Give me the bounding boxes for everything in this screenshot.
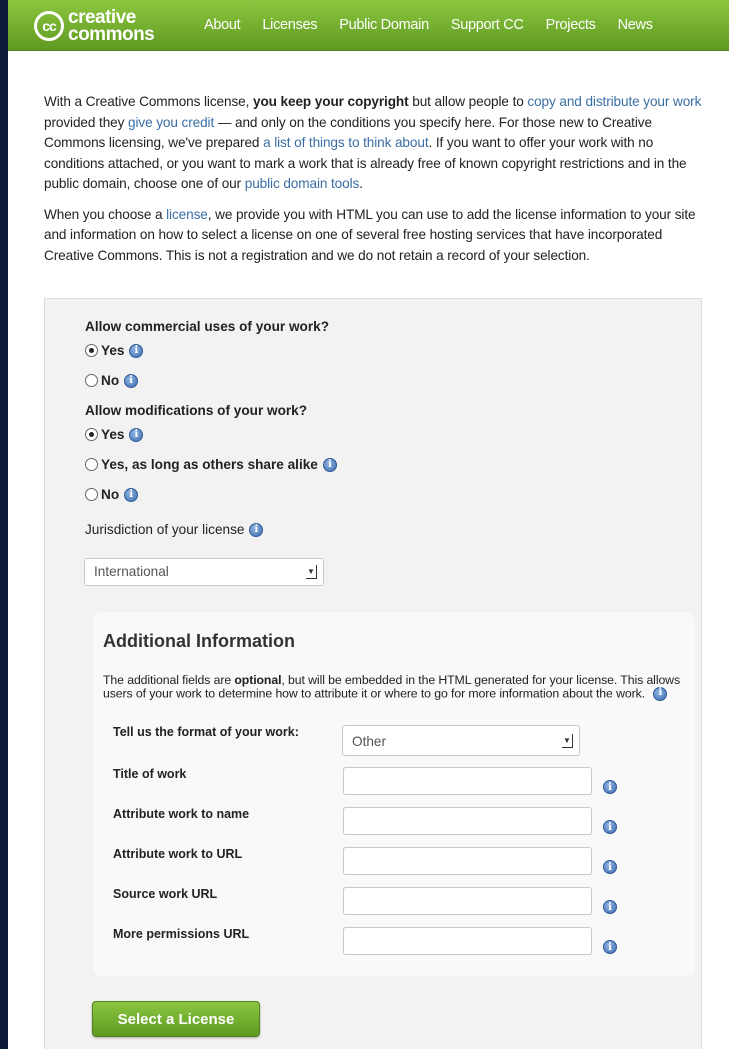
additional-information-description: The additional fields are optional, but …	[103, 673, 681, 701]
nav-support-cc[interactable]: Support CC	[451, 17, 524, 33]
format-select[interactable]: Other ▼	[342, 725, 580, 756]
commercial-yes-option[interactable]: Yes i	[85, 343, 144, 358]
modifications-no-radio[interactable]	[85, 488, 98, 501]
nav-news[interactable]: News	[618, 17, 653, 33]
jurisdiction-select[interactable]: International ▼	[84, 558, 324, 586]
copy-distribute-link[interactable]: copy and distribute your work	[527, 94, 701, 109]
modifications-no-option[interactable]: No i	[85, 487, 139, 502]
things-to-think-about-link[interactable]: a list of things to think about	[263, 135, 429, 150]
license-link[interactable]: license	[166, 207, 208, 222]
intro-paragraph-1: With a Creative Commons license, you kee…	[44, 94, 702, 191]
cc-logo[interactable]: cc creative commons	[34, 6, 155, 46]
site-header: cc creative commons About Licenses Publi…	[8, 0, 729, 51]
modifications-question: Allow modifications of your work?	[85, 403, 308, 418]
commercial-no-radio[interactable]	[85, 374, 98, 387]
attribute-name-label: Attribute work to name	[113, 807, 250, 821]
info-icon[interactable]: i	[124, 487, 139, 502]
commercial-no-option[interactable]: No i	[85, 373, 139, 388]
chevron-down-icon: ▼	[562, 734, 573, 748]
title-of-work-input[interactable]	[343, 767, 592, 795]
info-icon[interactable]: i	[603, 900, 617, 914]
nav-licenses[interactable]: Licenses	[262, 17, 317, 33]
more-permissions-url-label: More permissions URL	[113, 927, 250, 941]
info-icon[interactable]: i	[124, 373, 139, 388]
additional-information-title: Additional Information	[103, 631, 295, 651]
attribute-url-input[interactable]	[343, 847, 592, 875]
intro-paragraph-2: When you choose a license, we provide yo…	[44, 206, 696, 263]
info-icon[interactable]: i	[603, 780, 617, 794]
info-icon[interactable]: i	[603, 820, 617, 834]
nav-about[interactable]: About	[204, 17, 241, 33]
logo-text-bottom: commons	[68, 24, 155, 45]
info-icon[interactable]: i	[653, 686, 668, 701]
license-chooser-panel: Allow commercial uses of your work? Yes …	[44, 298, 702, 1049]
title-of-work-label: Title of work	[113, 767, 187, 781]
browser-page: cc creative commons About Licenses Publi…	[8, 0, 729, 1049]
info-icon[interactable]: i	[603, 860, 617, 874]
info-icon[interactable]: i	[603, 940, 617, 954]
info-icon[interactable]: i	[129, 427, 144, 442]
intro-text: With a Creative Commons license, you kee…	[44, 92, 712, 276]
select-license-button[interactable]: Select a License	[92, 1001, 260, 1037]
source-work-url-label: Source work URL	[113, 887, 218, 901]
modifications-share-alike-option[interactable]: Yes, as long as others share alike i	[85, 457, 337, 472]
cc-badge-icon: cc	[34, 11, 64, 41]
info-icon[interactable]: i	[129, 343, 144, 358]
source-work-url-input[interactable]	[343, 887, 592, 915]
modifications-yes-option[interactable]: Yes i	[85, 427, 144, 442]
give-credit-link[interactable]: give you credit	[128, 115, 214, 130]
modifications-share-alike-radio[interactable]	[85, 458, 98, 471]
attribute-url-label: Attribute work to URL	[113, 847, 243, 861]
attribute-name-input[interactable]	[343, 807, 592, 835]
nav-public-domain[interactable]: Public Domain	[339, 17, 429, 33]
chevron-down-icon: ▼	[306, 565, 317, 579]
format-label: Tell us the format of your work:	[113, 725, 299, 739]
info-icon[interactable]: i	[322, 457, 337, 472]
more-permissions-url-input[interactable]	[343, 927, 592, 955]
main-nav: About Licenses Public Domain Support CC …	[204, 0, 675, 50]
jurisdiction-label: Jurisdiction of your license i	[85, 522, 264, 537]
modifications-yes-radio[interactable]	[85, 428, 98, 441]
keep-copyright-text: you keep your copyright	[252, 94, 409, 109]
commercial-yes-radio[interactable]	[85, 344, 98, 357]
additional-information-box: Additional Information The additional fi…	[93, 612, 695, 976]
public-domain-tools-link[interactable]: public domain tools	[245, 176, 360, 191]
info-icon[interactable]: i	[249, 522, 264, 537]
commercial-question: Allow commercial uses of your work?	[85, 319, 329, 334]
nav-projects[interactable]: Projects	[546, 17, 596, 33]
